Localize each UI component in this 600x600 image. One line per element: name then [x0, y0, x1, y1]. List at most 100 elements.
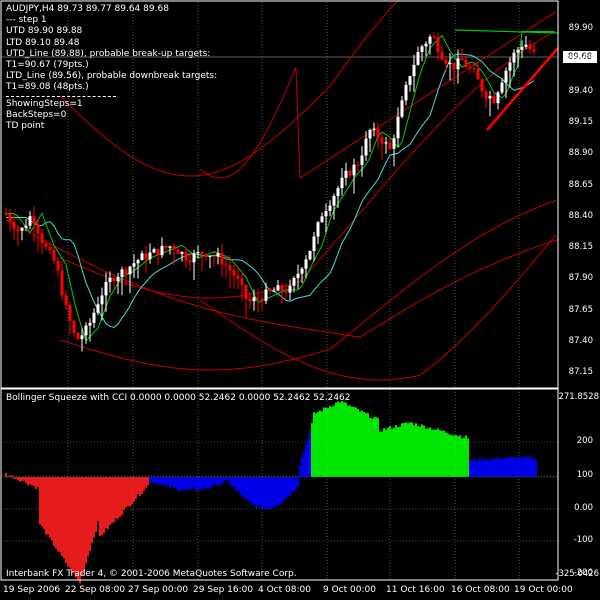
histogram-bar — [121, 477, 123, 516]
histogram-bar — [27, 477, 29, 486]
histogram-bar — [83, 477, 85, 572]
price-tick-label: 88.90 — [568, 148, 593, 159]
candle-body — [32, 216, 36, 224]
histogram-bar — [93, 477, 95, 538]
candle-body — [88, 322, 92, 326]
histogram-bar — [385, 429, 387, 477]
histogram-bar — [139, 477, 141, 497]
candle-body — [376, 128, 380, 138]
candle-body — [500, 82, 504, 93]
price-tick-label: 87.15 — [568, 367, 593, 378]
histogram-bar — [285, 477, 287, 499]
candle-body — [292, 278, 296, 286]
candle-body — [244, 284, 248, 300]
histogram-bar — [323, 407, 325, 477]
candle-body — [156, 249, 160, 256]
candle-body — [216, 253, 220, 257]
histogram-bar — [519, 458, 521, 477]
candle-body — [204, 253, 208, 257]
histogram-bar — [67, 477, 69, 567]
histogram-bar — [359, 411, 361, 477]
candle-body — [280, 285, 284, 292]
histogram-bar — [281, 477, 283, 503]
histogram-bar — [471, 459, 473, 477]
histogram-bar — [65, 477, 67, 564]
histogram-bar — [339, 402, 341, 477]
indicator-tick-label: 271.8528 — [558, 392, 599, 402]
histogram-bar — [483, 458, 485, 477]
histogram-bar — [107, 477, 109, 529]
histogram-bar — [309, 430, 311, 477]
histogram-bar — [531, 459, 533, 477]
histogram-bar — [249, 477, 251, 502]
candle-body — [444, 59, 448, 64]
histogram-bar — [95, 477, 97, 532]
candle-body — [268, 289, 272, 291]
candle-body — [380, 137, 384, 144]
histogram-bar — [387, 427, 389, 477]
histogram-bar — [171, 477, 173, 487]
candle-body — [384, 142, 388, 144]
candle-body — [340, 177, 344, 189]
candle-body — [532, 49, 536, 52]
histogram-bar — [105, 477, 107, 529]
candle-body — [348, 170, 352, 176]
candle-body — [140, 253, 144, 260]
histogram-bar — [297, 477, 299, 488]
bollinger-lower-inner — [59, 199, 557, 371]
histogram-bar — [447, 433, 449, 477]
histogram-bar — [25, 477, 27, 484]
histogram-bar — [179, 477, 181, 491]
histogram-bar — [103, 477, 105, 534]
back-steps: BackSteps=0 — [6, 109, 67, 120]
candle-body — [124, 269, 128, 275]
histogram-bar — [361, 410, 363, 477]
copyright-text: Interbank FX Trader 4, © 2001-2006 MetaQ… — [6, 569, 297, 579]
histogram-bar — [243, 477, 245, 497]
histogram-bar — [89, 477, 91, 552]
candle-body — [196, 251, 200, 254]
histogram-bar — [415, 423, 417, 477]
histogram-bar — [53, 477, 55, 547]
histogram-bar — [259, 477, 261, 506]
td-point-label: TD point — [6, 120, 45, 131]
histogram-bar — [135, 477, 137, 500]
histogram-bar — [75, 477, 77, 578]
histogram-bar — [91, 477, 93, 543]
price-tick-label: 89.65 — [568, 54, 593, 65]
histogram-bar — [231, 477, 233, 487]
histogram-bar — [69, 477, 71, 568]
utd-values: UTD 89.90 89.88 — [6, 26, 83, 37]
histogram-bar — [239, 477, 241, 495]
candle-body — [368, 129, 372, 139]
histogram-bar — [5, 472, 7, 477]
histogram-bar — [159, 477, 161, 486]
histogram-bar — [377, 417, 379, 477]
histogram-bar — [393, 427, 395, 477]
histogram-bar — [303, 451, 305, 477]
time-tick-label: 16 Oct 08:00 — [451, 585, 510, 595]
histogram-bar — [77, 477, 79, 581]
histogram-bar — [383, 428, 385, 477]
histogram-bar — [213, 477, 215, 485]
histogram-bar — [475, 461, 477, 477]
candle-body — [296, 273, 300, 279]
candle-body — [392, 138, 396, 149]
histogram-bar — [477, 461, 479, 477]
symbol-line: AUDJPY,H4 89.73 89.77 89.64 89.68 — [6, 4, 169, 14]
histogram-bar — [221, 477, 223, 485]
candle-body — [464, 60, 468, 67]
histogram-bar — [417, 426, 419, 477]
histogram-bar — [381, 431, 383, 477]
histogram-bar — [433, 429, 435, 477]
histogram-bar — [141, 477, 143, 494]
indicator-tick-label: -325.0426 — [555, 569, 599, 579]
histogram-bar — [405, 422, 407, 477]
histogram-bar — [407, 423, 409, 477]
indicator-tick-label: -100 — [573, 535, 593, 545]
histogram-bar — [71, 477, 73, 574]
candle-body — [372, 128, 376, 130]
candle-body — [336, 188, 340, 197]
separator — [6, 95, 116, 97]
histogram-bar — [119, 477, 121, 517]
